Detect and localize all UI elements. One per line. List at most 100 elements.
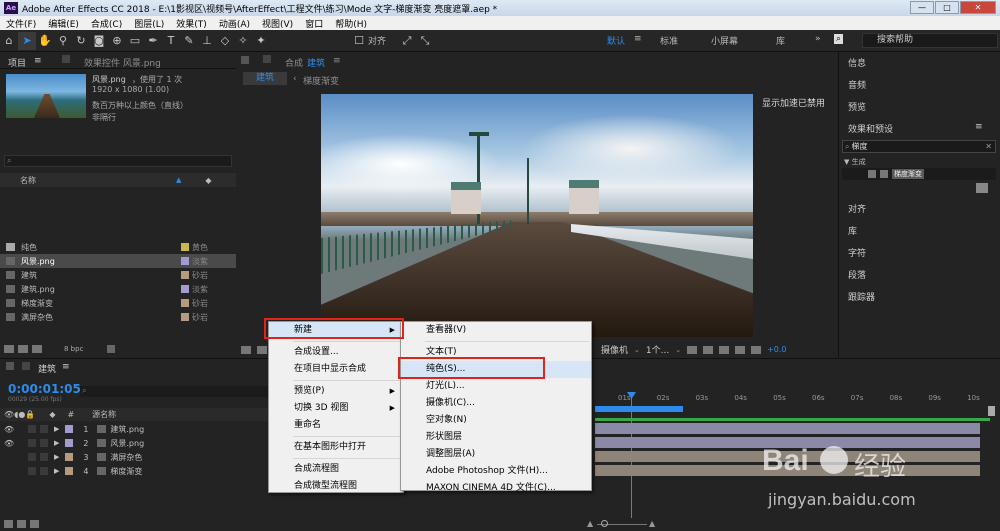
menu-item-open-essential-graphics[interactable]: 在基本图形中打开: [269, 439, 403, 456]
zoom-in-icon[interactable]: ▲: [649, 519, 655, 528]
views-dropdown[interactable]: 1个...: [646, 343, 669, 356]
layer-label-swatch[interactable]: [65, 425, 74, 433]
expand-switches-icon[interactable]: [4, 520, 13, 528]
expand-arrow-icon[interactable]: ▶: [54, 453, 59, 461]
effect-gradient-ramp[interactable]: 梯度渐变: [892, 169, 924, 179]
panel-audio[interactable]: 音频: [848, 78, 866, 91]
workspace-standard[interactable]: 标准: [660, 34, 678, 47]
panel-align[interactable]: 对齐: [848, 202, 866, 215]
layer-label-swatch[interactable]: [65, 467, 74, 475]
panel-info[interactable]: 信息: [848, 56, 866, 69]
submenu-null-object[interactable]: 空对象(N): [401, 412, 591, 429]
submenu-photoshop-file[interactable]: Adobe Photoshop 文件(H)...: [401, 463, 591, 480]
label-swatch[interactable]: [181, 313, 189, 321]
expand-stretch-icon[interactable]: [30, 520, 39, 528]
show-channel-icon[interactable]: [257, 345, 267, 354]
layer-label-swatch[interactable]: [65, 439, 74, 447]
new-folder-icon[interactable]: [18, 345, 28, 353]
project-item[interactable]: 纯色 黄色: [0, 240, 236, 254]
home-icon[interactable]: ⌂: [0, 32, 18, 50]
pen-tool-icon[interactable]: ✒: [144, 32, 162, 50]
zoom-out-icon[interactable]: ▲: [587, 519, 593, 528]
column-number[interactable]: #: [67, 410, 74, 419]
panel-paragraph[interactable]: 段落: [848, 268, 866, 281]
comp-tab-menu-icon[interactable]: ≡: [333, 56, 341, 66]
menu-item-comp-settings[interactable]: 合成设置...: [269, 344, 403, 361]
text-tool-icon[interactable]: T: [162, 32, 180, 50]
label-icon[interactable]: ◆: [49, 410, 55, 419]
zoom-tool-icon[interactable]: ⚲: [54, 32, 72, 50]
work-area-end-icon[interactable]: [988, 406, 995, 416]
menu-item-reveal-in-project[interactable]: 在项目中显示合成: [269, 361, 403, 378]
snap-option-icon[interactable]: ⤢: [398, 32, 416, 50]
menu-help[interactable]: 帮助(H): [329, 17, 373, 30]
panel-effects-presets[interactable]: 效果和预设: [848, 122, 893, 135]
pan-behind-tool-icon[interactable]: ⊕: [108, 32, 126, 50]
solo-box[interactable]: [28, 425, 36, 433]
rotate-tool-icon[interactable]: ↻: [72, 32, 90, 50]
snap-checkbox-icon[interactable]: ☐: [350, 32, 368, 50]
search-help-input[interactable]: 搜索帮助: [862, 33, 998, 48]
project-item[interactable]: 风景.png 淡紫: [0, 254, 236, 268]
zoom-slider[interactable]: ▲ ▲: [583, 519, 663, 529]
timeline-tab[interactable]: 建筑: [38, 362, 56, 375]
menu-item-preview[interactable]: 预览(P) ▶: [269, 383, 403, 400]
label-swatch[interactable]: [181, 285, 189, 293]
minimize-button[interactable]: —: [910, 1, 934, 14]
column-source-name[interactable]: 源名称: [92, 409, 116, 420]
breadcrumb-current[interactable]: 建筑: [243, 72, 287, 85]
menu-window[interactable]: 窗口: [299, 17, 329, 30]
sort-arrow-icon[interactable]: ▲: [176, 176, 181, 184]
submenu-shape-layer[interactable]: 形状图层: [401, 429, 591, 446]
panel-libraries[interactable]: 库: [848, 224, 857, 237]
puppet-tool-icon[interactable]: ✦: [252, 32, 270, 50]
menu-layer[interactable]: 图层(L): [128, 17, 170, 30]
column-name[interactable]: 名称: [20, 175, 36, 186]
menu-item-rename[interactable]: 重命名: [269, 417, 403, 434]
expand-modes-icon[interactable]: [17, 520, 26, 528]
effects-menu-icon[interactable]: ≡: [975, 122, 983, 132]
time-ruler[interactable]: [593, 380, 993, 394]
panel-character[interactable]: 字符: [848, 246, 866, 259]
submenu-camera[interactable]: 摄像机(C)...: [401, 395, 591, 412]
brush-tool-icon[interactable]: ✎: [180, 32, 198, 50]
project-item[interactable]: 满屏杂色 砂岩: [0, 310, 236, 324]
workspace-small-screen[interactable]: 小屏幕: [711, 34, 738, 47]
project-item[interactable]: 建筑 砂岩: [0, 268, 236, 282]
menu-view[interactable]: 视图(V): [256, 17, 299, 30]
project-tab-menu-icon[interactable]: ≡: [34, 56, 42, 66]
project-search-input[interactable]: ⌕: [4, 155, 232, 167]
effects-result-row[interactable]: 梯度渐变: [842, 168, 996, 180]
visibility-icon[interactable]: 👁: [4, 425, 14, 434]
layer-bar-1[interactable]: [595, 423, 980, 434]
label-swatch[interactable]: [181, 299, 189, 307]
flowchart-icon[interactable]: [735, 345, 746, 354]
av-features-icon[interactable]: 👁◖●🔒: [4, 410, 35, 419]
menu-item-mini-flowchart[interactable]: 合成微型流程图: [269, 478, 403, 495]
workspace-library[interactable]: 库: [776, 34, 785, 47]
submenu-cinema4d-file[interactable]: MAXON CINEMA 4D 文件(C)...: [401, 480, 591, 497]
menu-composition[interactable]: 合成(C): [85, 17, 128, 30]
lock-box[interactable]: [40, 439, 48, 447]
expand-arrow-icon[interactable]: ▶: [54, 425, 59, 433]
label-swatch[interactable]: [181, 257, 189, 265]
menu-file[interactable]: 文件(F): [0, 17, 42, 30]
bit-depth[interactable]: 8 bpc: [64, 345, 83, 353]
search-toggle-icon[interactable]: ⌕: [834, 34, 844, 44]
breadcrumb-child[interactable]: 梯度渐变: [303, 74, 339, 87]
submenu-light[interactable]: 灯光(L)...: [401, 378, 591, 395]
timeline-tab-menu-icon[interactable]: ≡: [62, 362, 70, 372]
roto-brush-tool-icon[interactable]: ✧: [234, 32, 252, 50]
panel-tracker[interactable]: 跟踪器: [848, 290, 875, 303]
snap-grid-icon[interactable]: ⤡: [416, 32, 434, 50]
menu-item-flowchart[interactable]: 合成流程图: [269, 461, 403, 478]
work-area-bar[interactable]: [595, 406, 683, 412]
effects-category[interactable]: ▼ 生成: [844, 157, 866, 167]
lock-icon[interactable]: [62, 55, 70, 63]
project-item[interactable]: 建筑.png 淡紫: [0, 282, 236, 296]
workspace-more-icon[interactable]: »: [815, 34, 821, 44]
timeline-close-icon[interactable]: [6, 362, 14, 370]
label-swatch[interactable]: [181, 271, 189, 279]
panel-preview[interactable]: 预览: [848, 100, 866, 113]
label-column-icon[interactable]: ◆: [205, 176, 211, 185]
